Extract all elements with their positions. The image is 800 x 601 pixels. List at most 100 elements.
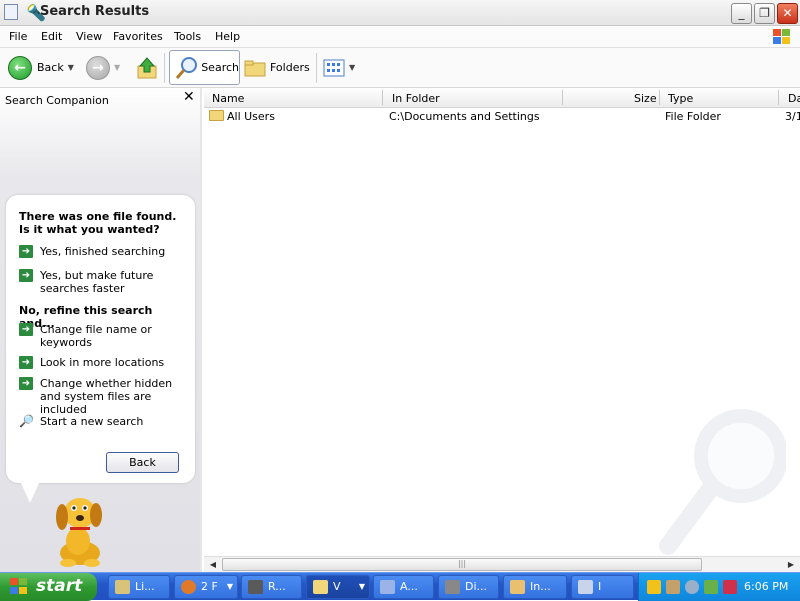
app-icon: [380, 580, 395, 594]
start-button[interactable]: start: [0, 573, 97, 601]
column-header-type[interactable]: Type: [668, 92, 693, 105]
app-icon: [115, 580, 130, 594]
back-arrow-icon: ←: [8, 55, 32, 80]
green-arrow-icon: ➜: [19, 377, 33, 390]
forward-button[interactable]: → ▼: [86, 50, 120, 85]
menu-favorites[interactable]: Favorites: [113, 30, 163, 43]
green-arrow-icon: ➜: [19, 323, 33, 336]
companion-back-button[interactable]: Back: [106, 452, 179, 473]
up-folder-button[interactable]: [136, 50, 158, 85]
search-companion-pane: Search Companion ✕ There was one file fo…: [0, 88, 202, 572]
option-faster-searches[interactable]: ➜ Yes, but make future searches faster: [19, 269, 189, 295]
minimize-button[interactable]: _: [731, 3, 752, 24]
close-pane-icon[interactable]: ✕: [183, 89, 195, 105]
column-header-name[interactable]: Name: [212, 92, 244, 105]
column-header-row: Name In Folder Size Type Da: [204, 88, 800, 108]
option-label: Yes, finished searching: [40, 245, 166, 258]
rover-dog-icon[interactable]: [50, 493, 112, 568]
column-header-size[interactable]: Size: [634, 92, 657, 105]
cell-name[interactable]: All Users: [209, 110, 275, 123]
speech-bubble: There was one file found. Is it what you…: [6, 195, 195, 503]
folders-label: Folders: [270, 61, 310, 74]
column-divider[interactable]: [562, 90, 563, 105]
option-label: Yes, but make future searches faster: [40, 269, 154, 295]
green-arrow-icon: ➜: [19, 245, 33, 258]
forward-arrow-icon: →: [86, 55, 110, 80]
app-icon: [578, 580, 593, 594]
window-title: Search Results: [40, 4, 150, 19]
firefox-icon: [181, 580, 196, 594]
chevron-down-icon: ▼: [226, 582, 233, 591]
menu-bar: File Edit View Favorites Tools Help: [0, 26, 800, 48]
bubble-tail: [20, 481, 40, 503]
start-label: start: [36, 576, 83, 596]
cell-in-folder: C:\Documents and Settings: [389, 110, 540, 123]
search-label: Search: [201, 61, 239, 74]
scroll-right-arrow-icon[interactable]: ▶: [783, 558, 799, 572]
clock[interactable]: 6:06 PM: [744, 580, 788, 593]
system-tray: 6:06 PM: [638, 573, 800, 601]
folders-button[interactable]: Folders: [244, 50, 310, 85]
app-icon: [445, 580, 460, 594]
taskbar-button[interactable]: R...: [241, 575, 302, 599]
tray-icon[interactable]: [666, 580, 680, 594]
search-button[interactable]: Search: [169, 50, 240, 85]
menu-edit[interactable]: Edit: [41, 30, 62, 43]
folder-icon: [209, 110, 224, 121]
tray-icon[interactable]: [647, 580, 661, 594]
window-icon[interactable]: [4, 4, 18, 20]
column-divider[interactable]: [778, 90, 779, 105]
maximize-button[interactable]: ❐: [754, 3, 775, 24]
menu-help[interactable]: Help: [215, 30, 240, 43]
option-label: Change whether hidden and system files a…: [40, 377, 173, 416]
option-more-locations[interactable]: ➜ Look in more locations: [19, 356, 189, 369]
views-button[interactable]: ▼: [323, 50, 355, 85]
option-hidden-system-files[interactable]: ➜ Change whether hidden and system files…: [19, 377, 189, 416]
title-bar[interactable]: 🔦 Search Results _ ❐ ✕: [0, 0, 800, 26]
scroll-left-arrow-icon[interactable]: ◀: [205, 558, 221, 572]
views-icon: [323, 59, 345, 76]
app-icon: [510, 580, 525, 594]
column-divider[interactable]: [382, 90, 383, 105]
back-button[interactable]: ← Back ▼: [8, 50, 74, 85]
standard-toolbar: ← Back ▼ → ▼ Search Folders ▼: [0, 48, 800, 88]
column-header-in-folder[interactable]: In Folder: [392, 92, 440, 105]
option-finished-searching[interactable]: ➜ Yes, finished searching: [19, 245, 189, 258]
taskbar-button[interactable]: A...: [373, 575, 434, 599]
horizontal-scrollbar[interactable]: ◀ ||| ▶: [204, 556, 800, 572]
option-label: Start a new search: [40, 415, 144, 428]
taskbar-button[interactable]: Di...: [438, 575, 499, 599]
taskbar-group-button-active[interactable]: V ▼: [306, 575, 370, 599]
search-icon: [175, 56, 197, 79]
windows-logo-icon: [772, 28, 792, 46]
chevron-down-icon: ▼: [358, 582, 365, 591]
menu-view[interactable]: View: [76, 30, 102, 43]
menu-file[interactable]: File: [9, 30, 27, 43]
app-icon: [248, 580, 263, 594]
explorer-window: 🔦 Search Results _ ❐ ✕ File Edit View Fa…: [0, 0, 800, 572]
option-new-search[interactable]: 🔎 Start a new search: [19, 415, 189, 429]
close-button[interactable]: ✕: [777, 3, 798, 24]
windows-logo-icon: [10, 578, 28, 595]
chevron-down-icon[interactable]: ▼: [68, 63, 74, 72]
pane-title: Search Companion: [5, 94, 109, 107]
column-divider[interactable]: [659, 90, 660, 105]
tray-icon[interactable]: [685, 580, 699, 594]
tray-icon[interactable]: [704, 580, 718, 594]
taskbar-group-button[interactable]: 2 F ▼: [174, 575, 238, 599]
taskbar-button[interactable]: Li...: [108, 575, 170, 599]
menu-tools[interactable]: Tools: [174, 30, 201, 43]
scroll-thumb[interactable]: |||: [222, 558, 702, 571]
column-header-date[interactable]: Da: [788, 92, 800, 105]
chevron-down-icon[interactable]: ▼: [349, 63, 355, 72]
green-arrow-icon: ➜: [19, 356, 33, 369]
chevron-down-icon[interactable]: ▼: [114, 63, 120, 72]
cell-type: File Folder: [665, 110, 721, 123]
taskbar-button[interactable]: In...: [503, 575, 567, 599]
cell-date: 3/1: [785, 110, 800, 123]
taskbar: start Li... 2 F ▼ R... V ▼ A... Di... In…: [0, 572, 800, 601]
results-list-view[interactable]: Name In Folder Size Type Da All Users C:…: [204, 88, 800, 556]
option-change-file-name[interactable]: ➜ Change file name or keywords: [19, 323, 189, 349]
shield-icon[interactable]: [723, 580, 737, 594]
taskbar-button[interactable]: I: [571, 575, 634, 599]
